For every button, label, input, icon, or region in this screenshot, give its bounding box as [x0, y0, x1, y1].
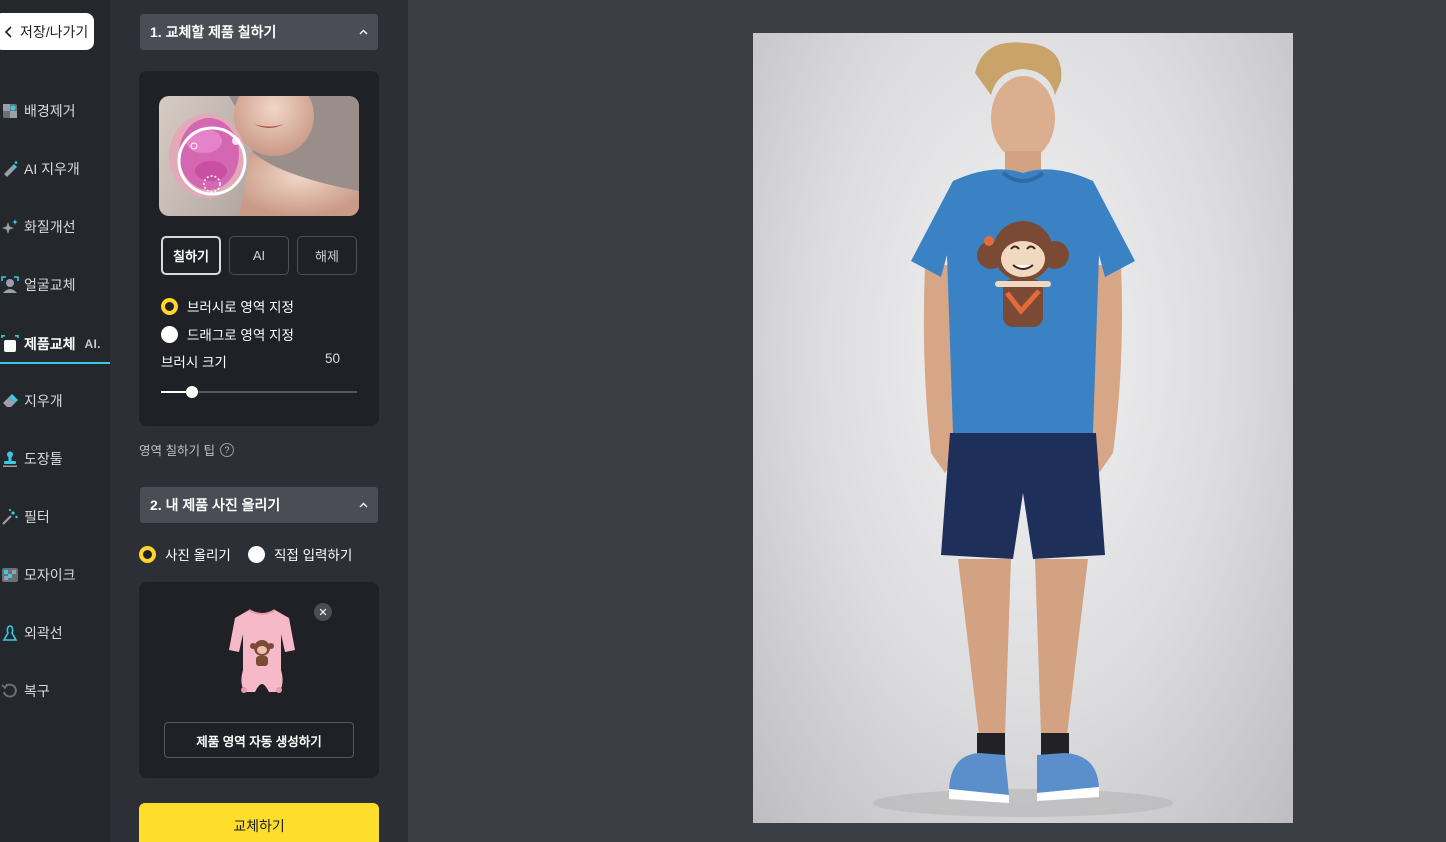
chevron-up-icon: [359, 500, 368, 511]
section2-header[interactable]: 2. 내 제품 사진 올리기: [140, 487, 378, 523]
radio-unselected[interactable]: [248, 545, 265, 563]
tool-label: 도장툴: [24, 451, 63, 467]
tool-outline[interactable]: 외곽선: [0, 613, 110, 653]
paint-card: 칠하기 AI 해제 브러시로 영역 지정 드래그로 영역 지정 브러시 크기 5…: [139, 71, 379, 426]
radio-unselected[interactable]: [161, 325, 178, 343]
tool-rail: 저장/나가기 배경제거 AI 지우개 화질개선 얼굴교체 제품교체 AI. 지우…: [0, 0, 110, 842]
brush-select-option[interactable]: 브러시로 영역 지정: [161, 296, 294, 316]
section2-title: 2. 내 제품 사진 올리기: [150, 497, 281, 513]
chevron-up-icon: [359, 27, 368, 38]
tool-ai-eraser[interactable]: AI 지우개: [0, 149, 110, 189]
chevron-left-icon: [2, 25, 16, 39]
tool-stamp[interactable]: 도장툴: [0, 439, 110, 479]
slider-thumb[interactable]: [186, 386, 199, 398]
sparkle-icon: [1, 218, 19, 236]
close-icon[interactable]: ✕: [314, 603, 332, 621]
mosaic-icon: [1, 566, 19, 584]
section1-header[interactable]: 1. 교체할 제품 칠하기: [140, 14, 378, 50]
tool-filter[interactable]: 필터: [0, 497, 110, 537]
tool-face-swap[interactable]: 얼굴교체: [0, 265, 110, 305]
mode-clear-button[interactable]: 해제: [297, 236, 357, 275]
filter-wand-icon: [1, 508, 19, 526]
tool-label: 지우개: [24, 393, 63, 409]
brush-select-label: 브러시로 영역 지정: [187, 300, 294, 315]
upload-photo-label: 사진 올리기: [165, 548, 231, 563]
radio-selected[interactable]: [161, 297, 178, 315]
paint-tip-label: 영역 칠하기 팁: [139, 444, 215, 458]
restore-icon: [1, 682, 19, 700]
tool-label: 배경제거: [24, 103, 76, 119]
canvas-photo[interactable]: [753, 33, 1293, 823]
product-swap-icon: [1, 335, 19, 353]
paint-mode-group: 칠하기 AI 해제: [161, 236, 357, 275]
face-swap-icon: [1, 276, 19, 294]
paint-tip-link[interactable]: 영역 칠하기 팁 ?: [139, 440, 234, 459]
tool-label: AI 지우개: [24, 161, 80, 177]
tool-product-swap[interactable]: 제품교체 AI.: [0, 324, 110, 364]
product-upload-card: ✕ 제품 영역 자동 생성하기: [139, 582, 379, 778]
section1-title: 1. 교체할 제품 칠하기: [150, 24, 277, 40]
brush-size-slider[interactable]: [161, 386, 357, 398]
upload-photo-option[interactable]: 사진 올리기: [139, 544, 231, 564]
paint-preview-image: [159, 96, 359, 216]
tool-label: 화질개선: [24, 219, 76, 235]
ai-eraser-icon: [1, 160, 19, 178]
replace-button[interactable]: 교체하기: [139, 803, 379, 842]
eraser-icon: [1, 392, 19, 410]
tool-label: 복구: [24, 683, 50, 699]
uploaded-product-image: [227, 604, 297, 696]
stamp-icon: [1, 450, 19, 468]
tool-background-remove[interactable]: 배경제거: [0, 91, 110, 131]
direct-input-option[interactable]: 직접 입력하기: [248, 544, 352, 564]
canvas-area: [408, 0, 1446, 842]
outline-icon: [1, 624, 19, 642]
tool-label: 제품교체: [24, 336, 76, 352]
direct-input-label: 직접 입력하기: [274, 548, 353, 563]
mode-ai-button[interactable]: AI: [229, 236, 289, 275]
brush-size-value: 50: [325, 351, 341, 366]
brush-size-label: 브러시 크기: [161, 355, 227, 370]
question-icon: ?: [219, 442, 234, 457]
mode-paint-button[interactable]: 칠하기: [161, 236, 221, 275]
editor-app: 저장/나가기 배경제거 AI 지우개 화질개선 얼굴교체 제품교체 AI. 지우…: [0, 0, 1446, 842]
tool-label: 얼굴교체: [24, 277, 76, 293]
auto-generate-area-button[interactable]: 제품 영역 자동 생성하기: [164, 722, 354, 758]
ai-badge: AI.: [84, 337, 101, 351]
save-exit-label: 저장/나가기: [20, 23, 89, 40]
settings-panel: 1. 교체할 제품 칠하기 칠하기 AI 해제 브러시로 영역 지정 드래그로 …: [110, 0, 408, 842]
radio-selected[interactable]: [139, 545, 156, 563]
drag-select-option[interactable]: 드래그로 영역 지정: [161, 324, 294, 344]
tool-label: 필터: [24, 509, 50, 525]
drag-select-label: 드래그로 영역 지정: [187, 328, 294, 343]
tool-label: 모자이크: [24, 567, 76, 583]
tool-eraser[interactable]: 지우개: [0, 381, 110, 421]
tool-label: 외곽선: [24, 625, 63, 641]
tool-restore[interactable]: 복구: [0, 671, 110, 711]
tool-enhance[interactable]: 화질개선: [0, 207, 110, 247]
tool-mosaic[interactable]: 모자이크: [0, 555, 110, 595]
background-remove-icon: [1, 102, 19, 120]
save-exit-button[interactable]: 저장/나가기: [0, 13, 94, 50]
